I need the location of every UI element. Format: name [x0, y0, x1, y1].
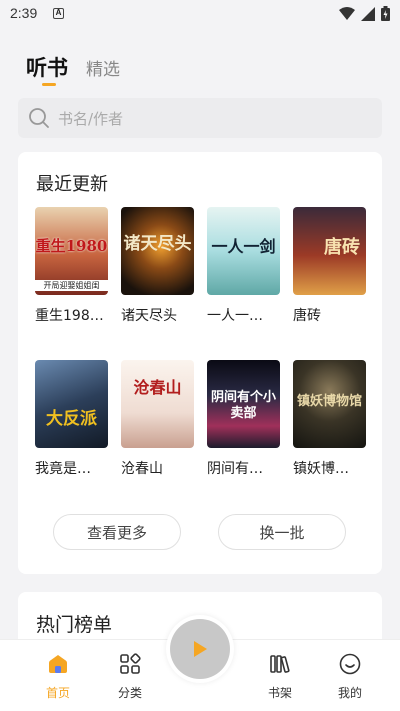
recent-updates-card: 最近更新 重生1980 开局迎娶姐姐闺 重生198… 诸天尽头 诸天尽头 一人一…	[18, 152, 382, 574]
book-cover: 阴间有个小卖部	[207, 360, 280, 448]
wifi-icon	[339, 6, 355, 20]
book-title: 重生198…	[35, 308, 104, 324]
status-time: 2:39	[10, 5, 38, 21]
status-bar: 2:39 A	[0, 0, 400, 28]
view-more-button[interactable]: 查看更多	[53, 514, 181, 550]
nav-category[interactable]: 分类	[100, 652, 160, 701]
book-item[interactable]: 阴间有个小卖部 阴间有…	[207, 360, 280, 478]
book-title: 我竟是…	[35, 461, 91, 477]
book-item[interactable]: 大反派 我竟是…	[35, 360, 108, 478]
recent-updates-title: 最近更新	[36, 174, 108, 195]
nav-home-label: 首页	[45, 686, 70, 700]
hot-rankings-title: 热门榜单	[36, 614, 113, 636]
cover-title: 沧春山	[133, 378, 182, 397]
nav-mine[interactable]: 我的	[320, 652, 380, 701]
tab-listen-label: 听书	[26, 56, 68, 80]
profile-icon	[339, 653, 361, 675]
nav-category-label: 分类	[117, 686, 142, 700]
cover-subtitle: 开局迎娶姐姐闺	[35, 280, 108, 291]
play-icon	[194, 641, 207, 657]
nav-shelf-label: 书架	[267, 686, 292, 700]
cover-title: 重生1980	[35, 237, 108, 255]
cover-title: 唐砖	[324, 237, 360, 258]
book-title: 阴间有…	[207, 461, 263, 477]
cover-title: 镇妖博物馆	[296, 394, 362, 409]
book-cover: 重生1980 开局迎娶姐姐闺	[35, 207, 108, 295]
tab-active-indicator	[42, 83, 56, 86]
search-placeholder: 书名/作者	[58, 109, 124, 128]
book-cover: 唐砖	[293, 207, 366, 295]
book-item[interactable]: 重生1980 开局迎娶姐姐闺 重生198…	[35, 207, 108, 325]
book-title: 诸天尽头	[121, 308, 177, 324]
book-item[interactable]: 唐砖 唐砖	[293, 207, 366, 325]
search-input[interactable]: 书名/作者	[18, 98, 382, 138]
book-title: 镇妖博…	[293, 461, 349, 477]
book-title: 一人一…	[207, 308, 263, 324]
book-cover: 诸天尽头	[121, 207, 194, 295]
book-title: 唐砖	[293, 308, 321, 324]
cover-title: 阴间有个小卖部	[211, 390, 277, 421]
nav-mine-label: 我的	[337, 686, 362, 700]
book-item[interactable]: 一人一剑 一人一…	[207, 207, 280, 325]
signal-icon	[361, 6, 375, 21]
search-icon	[29, 108, 49, 128]
book-cover: 大反派	[35, 360, 108, 448]
cover-title: 诸天尽头	[123, 234, 192, 254]
top-tabs: 听书 精选	[26, 52, 120, 86]
cover-title: 一人一剑	[211, 237, 276, 256]
bookshelf-icon	[270, 655, 290, 673]
cover-title: 大反派	[46, 409, 97, 429]
nav-shelf[interactable]: 书架	[250, 652, 310, 701]
status-indicators	[339, 6, 390, 21]
book-item[interactable]: 沧春山 沧春山	[121, 360, 194, 478]
category-icon	[120, 653, 141, 674]
book-item[interactable]: 镇妖博物馆 镇妖博…	[293, 360, 366, 478]
tab-featured[interactable]: 精选	[86, 55, 120, 82]
book-cover: 一人一剑	[207, 207, 280, 295]
book-cover: 镇妖博物馆	[293, 360, 366, 448]
home-icon	[49, 655, 67, 673]
tab-listen[interactable]: 听书	[26, 52, 68, 86]
notification-icon: A	[53, 8, 64, 19]
battery-icon	[381, 6, 390, 21]
player-button[interactable]	[166, 615, 234, 683]
book-item[interactable]: 诸天尽头 诸天尽头	[121, 207, 194, 325]
book-title: 沧春山	[121, 461, 163, 477]
book-cover: 沧春山	[121, 360, 194, 448]
nav-home[interactable]: 首页	[28, 652, 88, 701]
refresh-batch-button[interactable]: 换一批	[218, 514, 346, 550]
player-button-inner	[170, 619, 230, 679]
